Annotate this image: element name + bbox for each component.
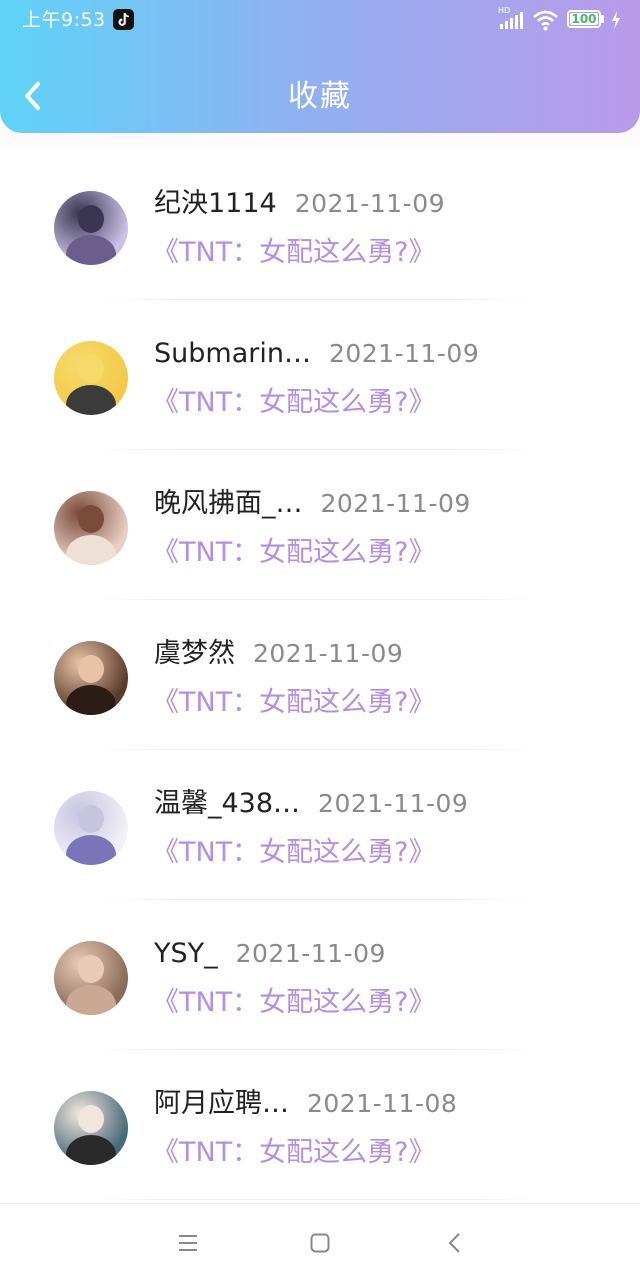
back-triangle-icon: [449, 1233, 460, 1253]
user-name: 纪泱1114: [154, 188, 277, 219]
avatar-face: [78, 955, 104, 983]
list-item[interactable]: Submarin… 2021-11-09 《TNT：女配这么勇?》: [0, 300, 640, 450]
avatar[interactable]: [54, 641, 128, 715]
avatar-figure: [66, 835, 116, 865]
avatar-face: [78, 505, 104, 533]
avatar[interactable]: [54, 1091, 128, 1165]
avatar-face: [78, 1105, 104, 1133]
user-name: Submarin…: [154, 338, 311, 369]
favorite-date: 2021-11-09: [235, 939, 386, 968]
book-title-link[interactable]: 《TNT：女配这么勇?》: [152, 534, 436, 572]
avatar[interactable]: [54, 791, 128, 865]
avatar-figure: [66, 385, 116, 415]
battery-tip: [601, 15, 604, 23]
book-title-link[interactable]: 《TNT：女配这么勇?》: [152, 384, 436, 422]
nav-back-button[interactable]: [440, 1228, 470, 1258]
list-item[interactable]: 阿月应聘… 2021-11-08 《TNT：女配这么勇?》: [0, 1050, 640, 1200]
list-item[interactable]: 纪泱1114 2021-11-09 《TNT：女配这么勇?》: [0, 150, 640, 300]
favorite-date: 2021-11-09: [328, 339, 480, 368]
list-item[interactable]: 晚风拂面_… 2021-11-09 《TNT：女配这么勇?》: [0, 450, 640, 600]
user-name: 晚风拂面_…: [154, 488, 303, 519]
avatar-figure: [66, 235, 116, 265]
favorite-date: 2021-11-09: [294, 189, 446, 218]
avatar[interactable]: [54, 191, 128, 265]
avatar-face: [78, 205, 104, 233]
avatar-face: [78, 355, 104, 383]
favorite-date: 2021-11-09: [253, 639, 404, 668]
system-nav-bar: [0, 1203, 640, 1280]
wifi-icon: [532, 9, 559, 31]
avatar-figure: [66, 985, 116, 1015]
menu-icon: [179, 1235, 197, 1251]
avatar-figure: [66, 685, 116, 715]
avatar[interactable]: [54, 341, 128, 415]
favorite-date: 2021-11-09: [318, 789, 469, 818]
status-bar: 上午9:53 HD 100: [0, 0, 640, 40]
book-title-link[interactable]: 《TNT：女配这么勇?》: [152, 234, 436, 272]
avatar[interactable]: [54, 941, 128, 1015]
book-title-link[interactable]: 《TNT：女配这么勇?》: [152, 1134, 436, 1172]
avatar[interactable]: [54, 491, 128, 565]
page-title: 收藏: [288, 79, 352, 114]
divider: [92, 1199, 540, 1200]
battery-icon: 100: [567, 10, 601, 28]
avatar-face: [78, 805, 104, 833]
user-name: 阿月应聘…: [154, 1088, 289, 1119]
list-item[interactable]: 温馨_438… 2021-11-09 《TNT：女配这么勇?》: [0, 750, 640, 900]
favorite-date: 2021-11-08: [307, 1089, 458, 1118]
favorites-list: 纪泱1114 2021-11-09 《TNT：女配这么勇?》 Submarin… 202…: [0, 150, 640, 1203]
battery-level: 100: [571, 12, 597, 26]
user-name: 温馨_438…: [154, 788, 301, 819]
user-name: 虞梦然: [154, 638, 235, 669]
tiktok-app-icon: [113, 9, 134, 30]
home-button[interactable]: [305, 1228, 335, 1258]
home-square-icon: [310, 1233, 330, 1253]
list-item[interactable]: 虞梦然 2021-11-09 《TNT：女配这么勇?》: [0, 600, 640, 750]
avatar-figure: [66, 535, 116, 565]
avatar-face: [78, 655, 104, 683]
favorite-date: 2021-11-09: [320, 489, 471, 518]
status-time: 上午9:53: [22, 9, 106, 31]
user-name: YSY_: [154, 938, 218, 969]
book-title-link[interactable]: 《TNT：女配这么勇?》: [152, 834, 436, 872]
book-title-link[interactable]: 《TNT：女配这么勇?》: [152, 684, 436, 722]
app-root: 上午9:53 HD 100 收藏 纪泱1114 2021-11-09 《TNT：…: [0, 0, 640, 1280]
signal-strength-icon: [498, 9, 524, 31]
list-item[interactable]: YSY_ 2021-11-09 《TNT：女配这么勇?》: [0, 900, 640, 1050]
menu-button[interactable]: [173, 1228, 203, 1258]
avatar-figure: [66, 1135, 116, 1165]
book-title-link[interactable]: 《TNT：女配这么勇?》: [152, 984, 436, 1022]
header: 上午9:53 HD 100 收藏: [0, 0, 640, 133]
charging-bolt-icon: [609, 9, 623, 31]
